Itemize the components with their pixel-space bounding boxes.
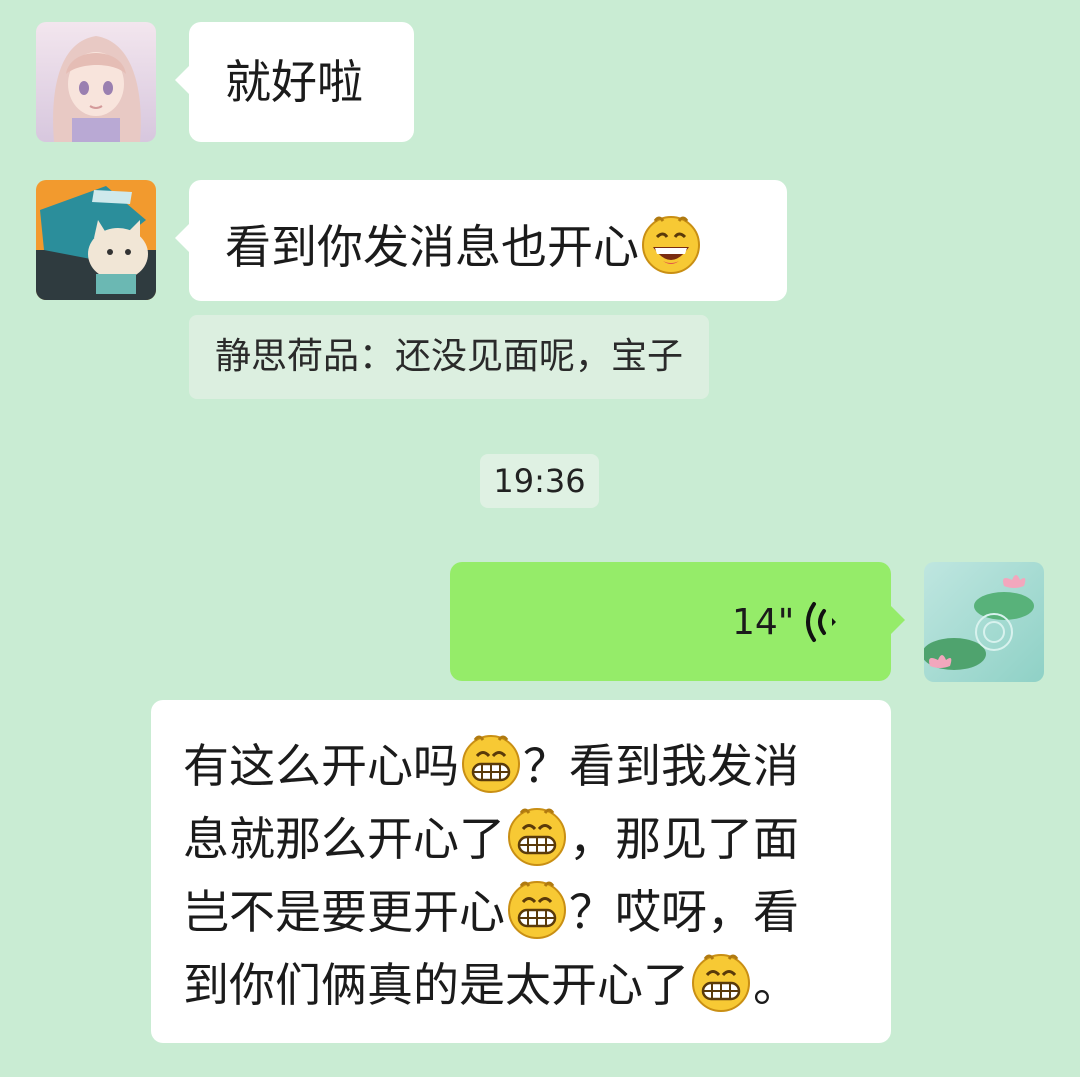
quoted-message[interactable]: 静思荷品：还没见面呢，宝子 (189, 315, 710, 399)
message-text: ？看到我发消 (523, 739, 799, 793)
voice-wave-icon (804, 600, 844, 644)
message-content: 有这么开心吗 ？看到我发消 息就那么开心了 ，那见了面 岂不是要更开心 ？哎呀，看 到… (183, 730, 799, 1022)
message-line: 有这么开心吗 ？看到我发消 (183, 730, 799, 803)
timestamp-badge: 19:36 (480, 454, 599, 508)
lotus-pond-avatar[interactable] (924, 562, 1044, 682)
message-bubble[interactable]: 看到你发消息也开心 (175, 180, 787, 301)
message-text: 有这么开心吗 (183, 739, 459, 793)
message-bubble[interactable]: 有这么开心吗 ？看到我发消 息就那么开心了 ，那见了面 岂不是要更开心 ？哎呀，看 到… (151, 700, 891, 1043)
message-line: 到你们俩真的是太开心了 。 (183, 949, 799, 1022)
cat-avatar[interactable] (36, 180, 156, 300)
beaming-emoji-icon (689, 949, 753, 1013)
beaming-emoji-icon (459, 730, 523, 794)
voice-message-bubble[interactable]: 14" (450, 562, 905, 681)
beaming-emoji-icon (505, 876, 569, 940)
anime-girl-avatar[interactable] (36, 22, 156, 142)
message-line: 息就那么开心了 ，那见了面 (183, 803, 799, 876)
message-text: 就好啦 (225, 55, 363, 109)
message-bubble[interactable]: 就好啦 (175, 22, 414, 142)
beaming-emoji-icon (505, 803, 569, 867)
voice-duration: 14" (732, 602, 795, 643)
message-text: ？哎呀，看 (569, 885, 799, 939)
message-text: 岂不是要更开心 (183, 885, 505, 939)
grinning-emoji-icon (639, 211, 703, 275)
message-text: 到你们俩真的是太开心了 (183, 958, 689, 1012)
message-text: 看到你发消息也开心 (225, 220, 639, 274)
message-content: 看到你发消息也开心 (225, 211, 703, 276)
message-line: 岂不是要更开心 ？哎呀，看 (183, 876, 799, 949)
message-text: 。 (753, 958, 799, 1012)
message-text: ，那见了面 (569, 812, 799, 866)
message-text: 息就那么开心了 (183, 812, 505, 866)
